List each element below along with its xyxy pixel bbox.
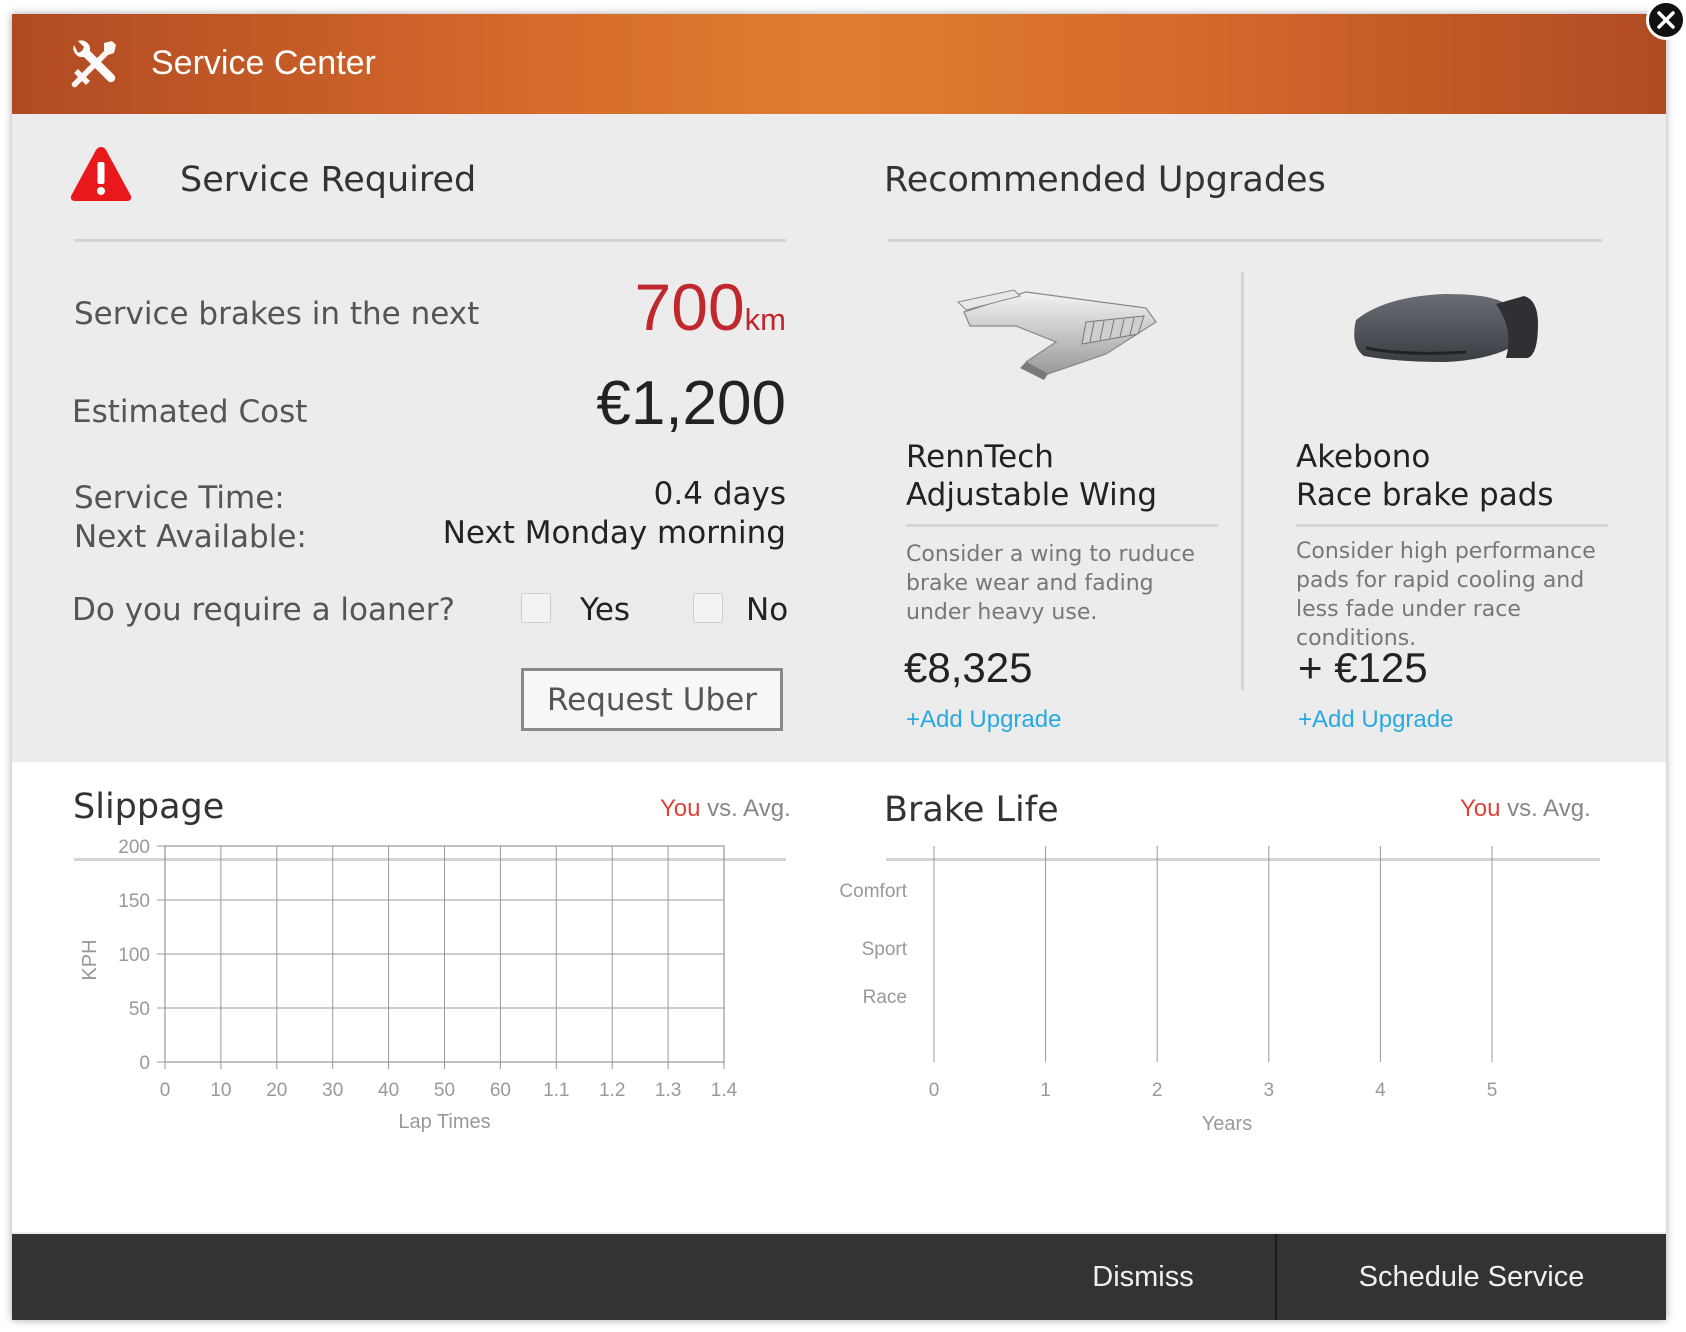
- slippage-y-tick-label: 150: [118, 891, 150, 912]
- brake-life-x-axis-label: Years: [1202, 1113, 1252, 1135]
- slippage-x-tick-label: 1.2: [599, 1080, 625, 1101]
- slippage-x-tick-label: 1.4: [711, 1080, 738, 1101]
- upgrade-pads-title-line1: Akebono: [1296, 439, 1431, 475]
- upgrade-pads-description: Consider high performance pads for rapid…: [1296, 539, 1596, 651]
- request-uber-button[interactable]: Request Uber: [521, 668, 783, 731]
- dismiss-button[interactable]: Dismiss: [1012, 1234, 1274, 1320]
- slippage-x-tick-label: 30: [322, 1080, 343, 1101]
- slippage-x-tick-label: 50: [434, 1080, 455, 1101]
- dialog-header: Service Center: [12, 14, 1666, 114]
- dialog-footer: Dismiss Schedule Service: [12, 1234, 1666, 1320]
- recommended-upgrades-heading: Recommended Upgrades: [884, 160, 1326, 200]
- divider: [906, 524, 1218, 527]
- divider: [74, 239, 786, 242]
- upgrade-wing-title-line1: RennTech: [906, 439, 1054, 475]
- slippage-x-tick-label: 10: [210, 1080, 231, 1101]
- dialog-title: Service Center: [151, 44, 376, 82]
- brake-life-category-label: Race: [863, 987, 907, 1008]
- service-required-heading: Service Required: [180, 160, 477, 200]
- brakes-distance-unit: km: [744, 302, 786, 337]
- loaner-no-label: No: [746, 592, 789, 628]
- brake-life-x-tick-label: 5: [1487, 1080, 1498, 1101]
- brake-life-x-tick-label: 0: [929, 1080, 940, 1101]
- brake-life-x-tick-label: 2: [1152, 1080, 1163, 1101]
- brake-pad-image: [1354, 294, 1538, 362]
- divider: [888, 239, 1602, 242]
- slippage-y-tick-label: 100: [118, 945, 150, 966]
- brake-life-x-tick-label: 1: [1040, 1080, 1051, 1101]
- loaner-no-checkbox[interactable]: [693, 593, 723, 623]
- upgrade-column-divider: [1241, 272, 1244, 690]
- loaner-yes-label: Yes: [580, 592, 631, 628]
- upgrade-wing-title-line2: Adjustable Wing: [906, 477, 1158, 513]
- brake-life-x-tick-label: 4: [1375, 1080, 1386, 1101]
- next-available-label: Next Available:: [74, 519, 307, 555]
- loaner-question: Do you require a loaner?: [72, 592, 455, 628]
- add-pads-upgrade-link[interactable]: +Add Upgrade: [1298, 706, 1453, 734]
- cost-label: Estimated Cost: [72, 394, 308, 430]
- brakes-distance-value: 700: [634, 270, 745, 344]
- slippage-x-tick-label: 60: [490, 1080, 511, 1101]
- brakes-distance: 700km: [572, 269, 786, 345]
- service-time-value: 0.4 days: [653, 476, 786, 512]
- loaner-yes-checkbox[interactable]: [521, 593, 551, 623]
- upgrade-wing-description: Consider a wing to ruduce brake wear and…: [906, 542, 1195, 625]
- brake-life-x-tick-label: 3: [1264, 1080, 1275, 1101]
- upgrade-pads-price: + €125: [1298, 644, 1428, 691]
- upgrade-pads-title-line2: Race brake pads: [1296, 477, 1554, 513]
- upgrade-wing-price: €8,325: [904, 644, 1033, 691]
- slippage-y-tick-label: 50: [129, 999, 150, 1020]
- slippage-y-axis-label: KPH: [79, 939, 101, 980]
- brake-life-chart: 0 1 2 3 4 5 Comfort Sport Race Years: [839, 846, 1498, 1135]
- close-button[interactable]: [1646, 0, 1686, 40]
- slippage-y-tick-label: 0: [139, 1053, 150, 1074]
- charts-panel: Slippage You vs. Avg. Brake Life You vs.…: [12, 762, 1666, 1232]
- slippage-x-tick-label: 20: [266, 1080, 287, 1101]
- slippage-x-tick-label: 40: [378, 1080, 399, 1101]
- slippage-x-tick-label: 1.1: [543, 1080, 569, 1101]
- warning-icon: [70, 147, 132, 201]
- slippage-chart: 0 10 20 30 40 50 60 1.1 1.2 1.3 1.4 0 50 100 150 200 Lap…: [79, 837, 738, 1133]
- next-available-value: Next Monday morning: [442, 515, 786, 551]
- close-icon: [1657, 11, 1675, 29]
- schedule-service-button[interactable]: Schedule Service: [1277, 1234, 1666, 1320]
- slippage-x-tick-label: 1.3: [655, 1080, 681, 1101]
- wrench-screwdriver-icon: [71, 40, 116, 88]
- divider: [1296, 524, 1608, 527]
- service-time-label: Service Time:: [74, 480, 285, 516]
- brake-life-category-label: Sport: [862, 939, 908, 960]
- brake-life-category-label: Comfort: [839, 881, 907, 902]
- slippage-y-tick-label: 200: [118, 837, 150, 858]
- brakes-label: Service brakes in the next: [74, 296, 480, 332]
- slippage-x-tick-label: 0: [160, 1080, 171, 1101]
- cost-value: €1,200: [596, 369, 786, 438]
- rear-wing-image: [956, 289, 1157, 380]
- add-wing-upgrade-link[interactable]: +Add Upgrade: [906, 706, 1061, 734]
- service-center-dialog: Service Center Service Required Service …: [12, 14, 1666, 1320]
- slippage-x-axis-label: Lap Times: [398, 1111, 490, 1133]
